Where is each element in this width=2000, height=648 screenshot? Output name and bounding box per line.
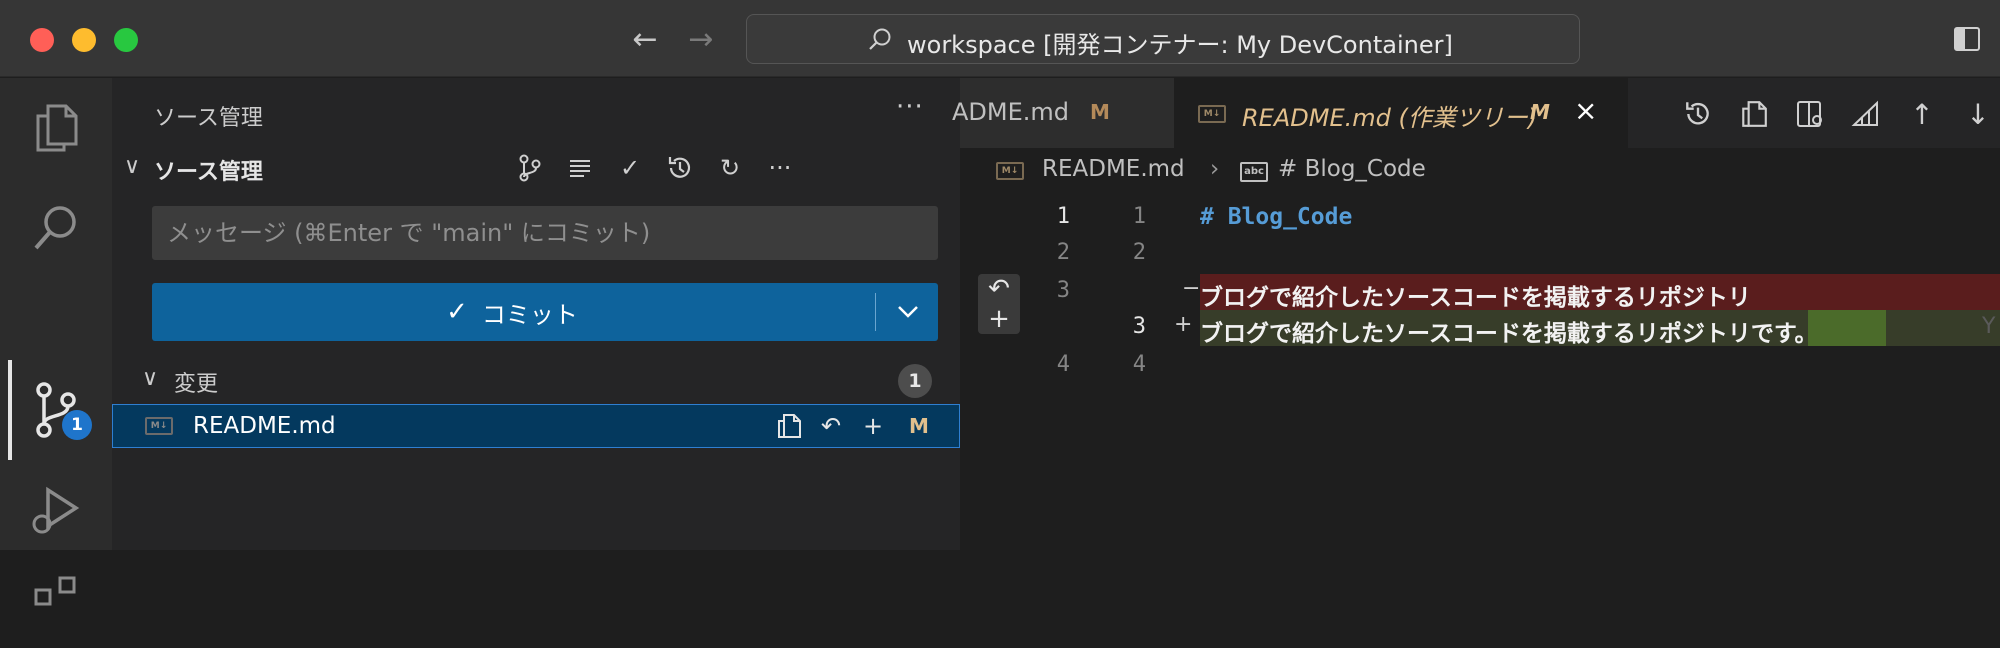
zoom-window-button[interactable] [114, 28, 138, 52]
timeline-icon[interactable] [1680, 96, 1716, 132]
title-bar: ← → workspace [開発コンテナー: My DevContainer] [0, 0, 2000, 77]
commit-button-divider [875, 293, 876, 331]
original-line-number: 3 [1056, 278, 1070, 303]
modified-line-number: 2 [1132, 240, 1146, 265]
chevron-down-icon [898, 306, 918, 318]
previous-change-icon[interactable]: ↑ [1904, 96, 1940, 132]
stage-block-icon[interactable]: + [978, 304, 1020, 334]
editor-tab-bar: ADME.md M M↓ README.md (作業ツリー) M × ↑ ↓ [952, 78, 2000, 148]
breadcrumb-separator: › [1210, 156, 1220, 182]
tab-readme-working-tree[interactable]: M↓ README.md (作業ツリー) M × [1174, 78, 1628, 148]
search-icon [869, 28, 891, 50]
tab-status: M [1090, 100, 1110, 124]
diff-editor: ADME.md M M↓ README.md (作業ツリー) M × ↑ ↓ M… [952, 78, 2000, 550]
refresh-icon[interactable]: ↻ [714, 152, 746, 184]
breadcrumb-file[interactable]: README.md [1042, 156, 1185, 182]
changed-file-row[interactable]: M↓ README.md ↶ + M [112, 404, 960, 448]
run-debug-icon[interactable] [0, 460, 112, 560]
toggle-panel-icon[interactable] [1952, 24, 1982, 54]
extensions-icon[interactable] [0, 548, 112, 648]
original-line-number: 1 [1056, 204, 1070, 229]
commit-main-action[interactable]: ✓ コミット [152, 283, 872, 341]
search-icon[interactable] [0, 178, 112, 278]
check-icon: ✓ [446, 297, 468, 327]
stage-changes-icon[interactable]: + [857, 410, 889, 442]
scm-section-label: ソース管理 [154, 160, 263, 185]
command-center-text: workspace [開発コンテナー: My DevContainer] [907, 31, 1453, 59]
branch-graph-icon[interactable] [514, 152, 546, 184]
original-line-number: 2 [1056, 240, 1070, 265]
more-actions-icon[interactable]: ··· [896, 92, 924, 122]
sidebar-title: ソース管理 [154, 106, 263, 131]
explorer-icon[interactable] [0, 78, 112, 178]
changes-group-header[interactable]: ∨ 変更 1 [112, 360, 960, 400]
deleted-code-line[interactable]: ブログで紹介したソースコードを掲載するリポジトリ [1200, 278, 1751, 312]
view-as-list-icon[interactable] [564, 152, 596, 184]
string-symbol-icon: abc [1240, 162, 1268, 182]
close-tab-icon[interactable]: × [1574, 94, 1597, 127]
chevron-down-icon: ∨ [142, 366, 159, 391]
commit-check-icon[interactable]: ✓ [614, 152, 646, 184]
inserted-text-highlight [1808, 310, 1886, 346]
commit-dropdown-button[interactable] [878, 283, 938, 341]
modified-line-number: 1 [1132, 204, 1146, 229]
minimize-window-button[interactable] [72, 28, 96, 52]
commit-button[interactable]: ✓ コミット [152, 283, 938, 341]
file-name: README.md [193, 413, 336, 439]
tab-title: ADME.md [952, 98, 1070, 126]
commit-label: コミット [481, 300, 578, 329]
discard-changes-icon[interactable]: ↶ [815, 410, 847, 442]
forward-arrow-icon[interactable]: → [683, 22, 719, 58]
source-control-icon[interactable] [0, 360, 112, 460]
open-file-icon[interactable] [773, 410, 805, 442]
breadcrumb-symbol[interactable]: # Blog_Code [1278, 156, 1426, 182]
scm-section-header[interactable]: ∨ ソース管理 ✓ ↻ ··· [112, 148, 960, 188]
tab-readme[interactable]: ADME.md M [952, 78, 1174, 148]
modified-line-number: 4 [1132, 352, 1146, 377]
activity-bar: 1 [0, 78, 112, 606]
back-arrow-icon[interactable]: ← [627, 22, 663, 58]
changes-label: 変更 [174, 372, 219, 397]
file-status-badge: M [909, 414, 929, 438]
commit-message-input[interactable] [152, 206, 938, 260]
inserted-code-line[interactable]: ブログで紹介したソースコードを掲載するリポジトリです。 [1200, 314, 1818, 348]
inserted-marker: + [1174, 312, 1193, 337]
command-center[interactable]: workspace [開発コンテナー: My DevContainer] [746, 14, 1580, 64]
inline-diff-icon[interactable] [1848, 96, 1884, 132]
inline-ghost-text: Y [1982, 314, 1996, 339]
source-control-badge: 1 [62, 410, 92, 440]
history-icon[interactable] [664, 152, 696, 184]
breadcrumb: M↓ README.md › abc # Blog_Code [960, 148, 2000, 188]
revert-block-icon[interactable]: ↶ [978, 274, 1020, 304]
markdown-file-icon: M↓ [1198, 105, 1226, 123]
preview-icon[interactable] [1792, 96, 1828, 132]
close-window-button[interactable] [30, 28, 54, 52]
original-line-number: 4 [1056, 352, 1070, 377]
modified-line-number: 3 [1132, 314, 1146, 339]
tab-title: README.md (作業ツリー) [1242, 104, 1538, 132]
changes-count-badge: 1 [898, 364, 932, 398]
markdown-file-icon: M↓ [996, 162, 1024, 180]
deleted-marker: − [1182, 276, 1201, 301]
open-file-icon[interactable] [1736, 96, 1772, 132]
more-actions-icon[interactable]: ··· [764, 152, 796, 184]
next-change-icon[interactable]: ↓ [1960, 96, 1996, 132]
chevron-down-icon: ∨ [124, 154, 141, 179]
code-line[interactable]: # Blog_Code [1200, 204, 1352, 230]
tab-status: M [1530, 100, 1550, 124]
markdown-file-icon: M↓ [145, 417, 173, 435]
source-control-sidebar: ソース管理 ··· ∨ ソース管理 ✓ ↻ ··· ✓ コミット ∨ 変更 1 [112, 78, 960, 550]
